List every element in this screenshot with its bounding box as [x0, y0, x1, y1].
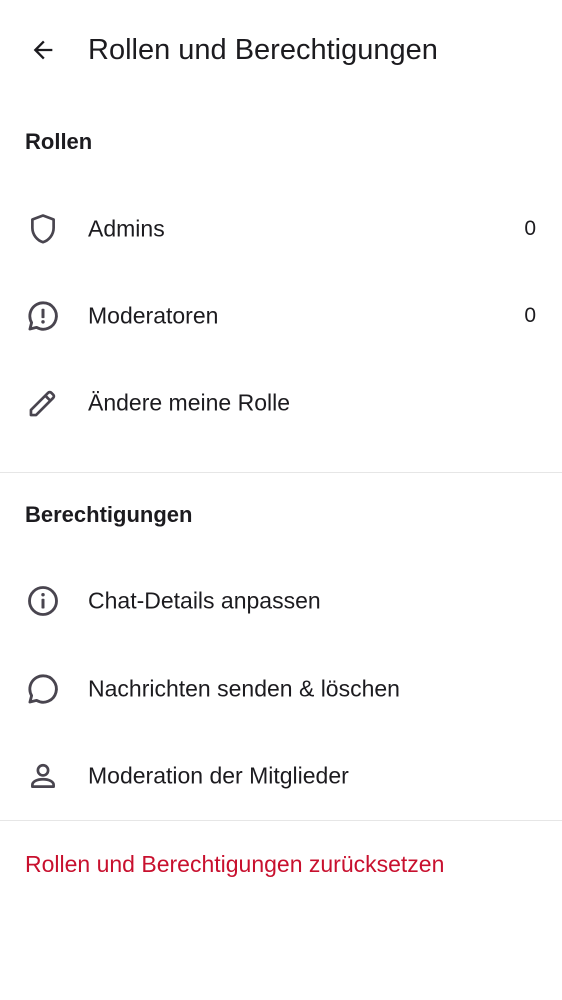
row-label: Moderation der Mitglieder — [88, 762, 349, 788]
chat-bubble-icon — [23, 669, 63, 709]
row-change-my-role[interactable]: Ändere meine Rolle — [0, 359, 562, 446]
divider — [0, 820, 562, 821]
row-label: Nachrichten senden & löschen — [88, 675, 400, 701]
row-send-delete-messages[interactable]: Nachrichten senden & löschen — [0, 645, 562, 732]
row-moderators[interactable]: Moderatoren 0 — [0, 272, 562, 359]
shield-icon — [23, 209, 63, 249]
arrow-back-icon — [29, 36, 57, 64]
section-header-roles: Rollen — [25, 129, 93, 154]
row-label: Moderatoren — [88, 302, 219, 328]
page-title: Rollen und Berechtigungen — [88, 34, 438, 66]
app-bar: Rollen und Berechtigungen — [0, 0, 562, 100]
alert-chat-icon — [23, 296, 63, 336]
row-label: Ändere meine Rolle — [88, 389, 291, 415]
moderators-count: 0 — [524, 303, 536, 327]
row-admins[interactable]: Admins 0 — [0, 185, 562, 272]
reset-roles-permissions-button[interactable]: Rollen und Berechtigungen zurücksetzen — [25, 848, 444, 880]
divider — [0, 472, 562, 473]
row-label: Chat-Details anpassen — [88, 587, 321, 613]
row-member-moderation[interactable]: Moderation der Mitglieder — [0, 732, 562, 819]
info-icon — [23, 581, 63, 621]
section-header-permissions: Berechtigungen — [25, 502, 193, 527]
back-button[interactable] — [19, 26, 67, 74]
row-chat-details[interactable]: Chat-Details anpassen — [0, 557, 562, 644]
pencil-icon — [23, 383, 63, 423]
admins-count: 0 — [524, 216, 536, 240]
person-icon — [23, 756, 63, 796]
row-label: Admins — [88, 215, 165, 241]
